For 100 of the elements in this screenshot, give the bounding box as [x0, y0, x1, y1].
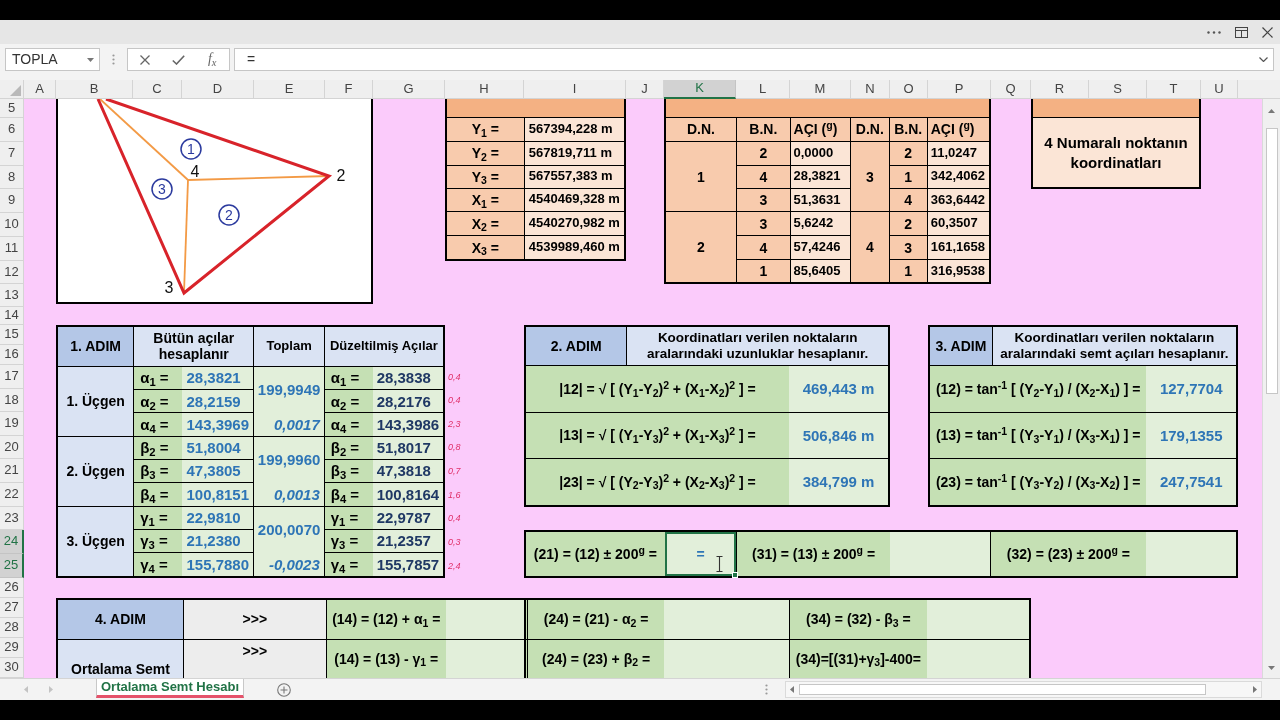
row-header[interactable]: 6 [0, 118, 24, 142]
column-header[interactable]: D [182, 80, 254, 99]
close-icon[interactable] [1262, 26, 1273, 38]
value-cell[interactable] [445, 639, 525, 678]
triangle-up-icon[interactable] [1268, 109, 1275, 113]
result-value: 384,799 m [789, 458, 888, 505]
row-header[interactable]: 8 [0, 166, 24, 189]
correction-note: 1,6 [447, 488, 462, 502]
column-header[interactable]: M [790, 80, 851, 99]
sheet-tab[interactable]: Ortalama Semt Hesabı [96, 679, 244, 698]
step-title: 1. ADIM [58, 327, 134, 366]
column-header[interactable]: H [445, 80, 524, 99]
row-header[interactable]: 19 [0, 412, 24, 436]
column-header[interactable]: T [1147, 80, 1201, 99]
column-header[interactable]: I [524, 80, 626, 99]
value-cell[interactable] [889, 532, 991, 576]
triangle-down-icon[interactable] [1268, 666, 1275, 670]
column-header: D.N. [850, 118, 889, 141]
row-header[interactable]: 20 [0, 436, 24, 459]
row-header[interactable]: 10 [0, 213, 24, 237]
result-value: 506,846 m [789, 412, 888, 458]
active-cell[interactable]: = [664, 532, 737, 576]
corrected-angle: 22,9787 [372, 506, 443, 529]
row-header[interactable]: 29 [0, 638, 24, 658]
correction-note: 2,4 [447, 559, 462, 573]
row-header[interactable]: 30 [0, 658, 24, 678]
angle-symbol: γ$_{4}$ = [134, 553, 183, 576]
row-header[interactable]: 14 [0, 307, 24, 325]
corrected-angle: 100,8164 [372, 483, 443, 506]
vertical-dots-icon [765, 684, 768, 695]
column-header[interactable]: E [254, 80, 325, 99]
column-header[interactable]: K [664, 80, 736, 99]
station-number: 4 [850, 212, 889, 282]
correction-note: 2,3 [447, 417, 462, 431]
row-header[interactable]: 28 [0, 618, 24, 638]
corrected-angle: 143,3986 [372, 413, 443, 436]
caret-down-icon[interactable] [87, 57, 94, 62]
step-description: Koordinatları verilen noktaların aralarındaki uzunluklar hesaplanır. [627, 327, 888, 366]
column-header[interactable]: P [928, 80, 991, 99]
arrow-text: >>> [183, 639, 326, 678]
target-number: 1 [889, 165, 927, 188]
column-header[interactable]: U [1201, 80, 1238, 99]
value-cell[interactable] [664, 600, 789, 639]
target-number: 2 [737, 141, 790, 165]
row-header[interactable]: 11 [0, 237, 24, 261]
column-header[interactable]: F [325, 80, 373, 99]
row-header[interactable]: 25 [0, 554, 24, 578]
row-header[interactable]: 22 [0, 483, 24, 507]
column-header[interactable]: S [1089, 80, 1147, 99]
angle-symbol: α$_{2}$ = [324, 390, 373, 413]
plus-circle-icon[interactable] [277, 682, 291, 697]
row-header[interactable]: 24 [0, 530, 24, 554]
window-icon[interactable] [1235, 26, 1248, 38]
column-header[interactable]: R [1031, 80, 1089, 99]
angle-sum: 199,9949 [256, 380, 322, 401]
chevron-down-icon[interactable] [1259, 57, 1268, 62]
row-header[interactable]: 7 [0, 142, 24, 166]
triangle-right-icon[interactable] [1253, 686, 1257, 693]
value-cell[interactable] [664, 639, 789, 678]
column-header[interactable]: L [736, 80, 790, 99]
corrected-angle: 155,7857 [372, 553, 443, 576]
more-options-icon[interactable] [1207, 30, 1221, 34]
scrollbar-thumb[interactable] [1265, 128, 1278, 394]
column-header[interactable]: A [24, 80, 56, 99]
column-header[interactable]: N [851, 80, 890, 99]
row-header[interactable]: 18 [0, 389, 24, 412]
coordinate-label: X$_{3}$ = [447, 236, 524, 259]
fill-handle-icon[interactable] [732, 572, 739, 578]
row-header[interactable]: 16 [0, 345, 24, 365]
column-header[interactable]: C [133, 80, 182, 99]
vertical-scrollbar[interactable] [1262, 99, 1280, 678]
row-header[interactable]: 23 [0, 507, 24, 530]
misclosure-value: -0,0023 [267, 554, 321, 575]
scrollbar-thumb[interactable] [799, 684, 1206, 695]
row-header[interactable]: 17 [0, 365, 24, 389]
value-cell[interactable] [445, 600, 525, 639]
value-cell[interactable] [1145, 532, 1236, 576]
column-header[interactable]: O [890, 80, 928, 99]
value-cell[interactable] [926, 639, 1029, 678]
column-header[interactable]: G [373, 80, 445, 99]
row-header[interactable]: 9 [0, 189, 24, 213]
row-header[interactable]: 12 [0, 261, 24, 284]
row-header[interactable]: 26 [0, 578, 24, 598]
row-header[interactable]: 5 [0, 99, 24, 118]
corrected-angle: 28,3838 [372, 366, 443, 390]
insert-function-button[interactable]: f$_{x}$ [195, 49, 229, 70]
column-header[interactable]: B [56, 80, 133, 99]
row-header[interactable]: 15 [0, 325, 24, 345]
row-header[interactable]: 21 [0, 459, 24, 483]
value-cell[interactable] [926, 600, 1029, 639]
column-header[interactable]: Q [991, 80, 1031, 99]
angle-sum: 200,0070 [256, 520, 322, 541]
row-header[interactable]: 13 [0, 284, 24, 307]
angle-value: 28,2159 [182, 390, 254, 413]
formula-input[interactable]: = [234, 48, 1274, 71]
triangle-left-icon[interactable] [790, 686, 794, 693]
column-header[interactable]: J [626, 80, 664, 99]
horizontal-scrollbar[interactable] [785, 681, 1262, 698]
row-header[interactable]: 27 [0, 598, 24, 618]
name-box[interactable]: TOPLA [5, 48, 100, 71]
